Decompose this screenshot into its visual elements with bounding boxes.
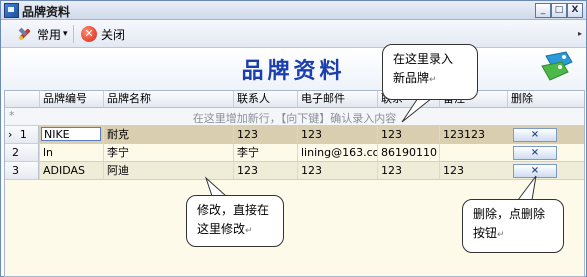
return-mark: ↵: [245, 226, 253, 236]
callout-new-brand-line2: 新品牌: [393, 71, 430, 85]
callout-pointer-delete: [517, 175, 537, 201]
callout-new-brand: 在这里录入 新品牌↵: [382, 44, 478, 100]
return-mark: ↵: [429, 75, 437, 85]
callout-edit-line2: 这里修改: [197, 222, 246, 236]
callout-edit-line1: 修改，直接在: [197, 203, 270, 217]
callout-delete: 删除，点删除 按钮↵: [462, 199, 564, 253]
callout-new-brand-line1: 在这里录入: [393, 52, 454, 66]
return-mark: ↵: [497, 230, 505, 240]
callout-delete-line2: 按钮: [473, 226, 498, 240]
callout-pointer-edit: [204, 176, 228, 197]
callout-pointer-new-brand: [401, 97, 434, 123]
callout-edit: 修改，直接在 这里修改↵: [186, 195, 284, 247]
callout-delete-line1: 删除，点删除: [473, 207, 546, 221]
